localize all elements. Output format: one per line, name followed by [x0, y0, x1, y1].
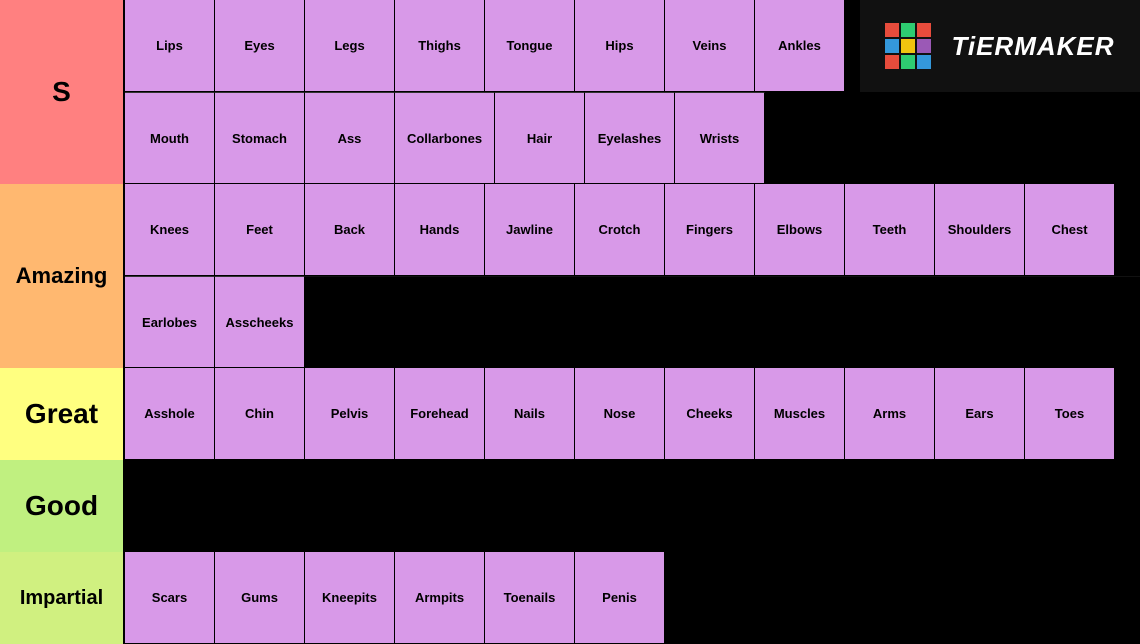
logo-container: TiERMAKER	[860, 0, 1140, 92]
logo-pixel-1	[885, 23, 899, 37]
cell-fingers: Fingers	[665, 184, 755, 276]
cell-thighs: Thighs	[395, 0, 485, 92]
cell-kneepits: Kneepits	[305, 552, 395, 644]
cell-wrists: Wrists	[675, 92, 765, 184]
cell-eyes: Eyes	[215, 0, 305, 92]
cell-knees: Knees	[125, 184, 215, 276]
cell-gums: Gums	[215, 552, 305, 644]
cell-forehead: Forehead	[395, 368, 485, 460]
cell-feet: Feet	[215, 184, 305, 276]
cell-hands: Hands	[395, 184, 485, 276]
cell-armpits: Armpits	[395, 552, 485, 644]
cell-hips: Hips	[575, 0, 665, 92]
tier-label-impartial: Impartial	[0, 552, 125, 644]
amazing-row2-fill	[305, 276, 1140, 368]
logo-grid	[885, 23, 931, 69]
cell-pelvis: Pelvis	[305, 368, 395, 460]
logo-pixel-3	[917, 23, 931, 37]
cell-earlobes: Earlobes	[125, 276, 215, 368]
cell-lips: Lips	[125, 0, 215, 92]
cell-ass: Ass	[305, 92, 395, 184]
cell-jawline: Jawline	[485, 184, 575, 276]
cell-eyelashes: Eyelashes	[585, 92, 675, 184]
cell-arms: Arms	[845, 368, 935, 460]
logo-pixel-4	[885, 39, 899, 53]
cell-cheeks: Cheeks	[665, 368, 755, 460]
logo-pixel-8	[901, 55, 915, 69]
logo-pixel-6	[917, 39, 931, 53]
cell-asscheeks: Asscheeks	[215, 276, 305, 368]
cell-toes: Toes	[1025, 368, 1115, 460]
good-empty	[125, 460, 1140, 552]
cell-nails: Nails	[485, 368, 575, 460]
cell-asshole: Asshole	[125, 368, 215, 460]
logo-text: TiERMAKER	[951, 31, 1114, 62]
tier-amazing-items: Knees Feet Back Hands Jawline Crotch Fin…	[125, 184, 1140, 366]
logo-pixel-9	[917, 55, 931, 69]
cell-hair: Hair	[495, 92, 585, 184]
logo-pixel-5	[901, 39, 915, 53]
cell-chin: Chin	[215, 368, 305, 460]
cell-toenails: Toenails	[485, 552, 575, 644]
cell-mouth: Mouth	[125, 92, 215, 184]
cell-ankles: Ankles	[755, 0, 845, 92]
cell-stomach: Stomach	[215, 92, 305, 184]
cell-scars: Scars	[125, 552, 215, 644]
impartial-fill	[665, 552, 1140, 644]
cell-shoulders: Shoulders	[935, 184, 1025, 276]
cell-muscles: Muscles	[755, 368, 845, 460]
cell-veins: Veins	[665, 0, 755, 92]
logo-pixel-7	[885, 55, 899, 69]
logo-pixel-2	[901, 23, 915, 37]
cell-back: Back	[305, 184, 395, 276]
cell-tongue: Tongue	[485, 0, 575, 92]
cell-nose: Nose	[575, 368, 665, 460]
cell-teeth: Teeth	[845, 184, 935, 276]
cell-legs: Legs	[305, 0, 395, 92]
tier-label-great: Great	[0, 368, 125, 460]
cell-crotch: Crotch	[575, 184, 665, 276]
cell-elbows: Elbows	[755, 184, 845, 276]
cell-collarbones: Collarbones	[395, 92, 495, 184]
tier-label-s: S	[0, 0, 125, 184]
tier-label-good: Good	[0, 460, 125, 552]
cell-chest: Chest	[1025, 184, 1115, 276]
cell-penis: Penis	[575, 552, 665, 644]
tier-great-items: Asshole Chin Pelvis Forehead Nails Nose …	[125, 368, 1140, 458]
tier-label-amazing: Amazing	[0, 184, 125, 368]
cell-ears: Ears	[935, 368, 1025, 460]
